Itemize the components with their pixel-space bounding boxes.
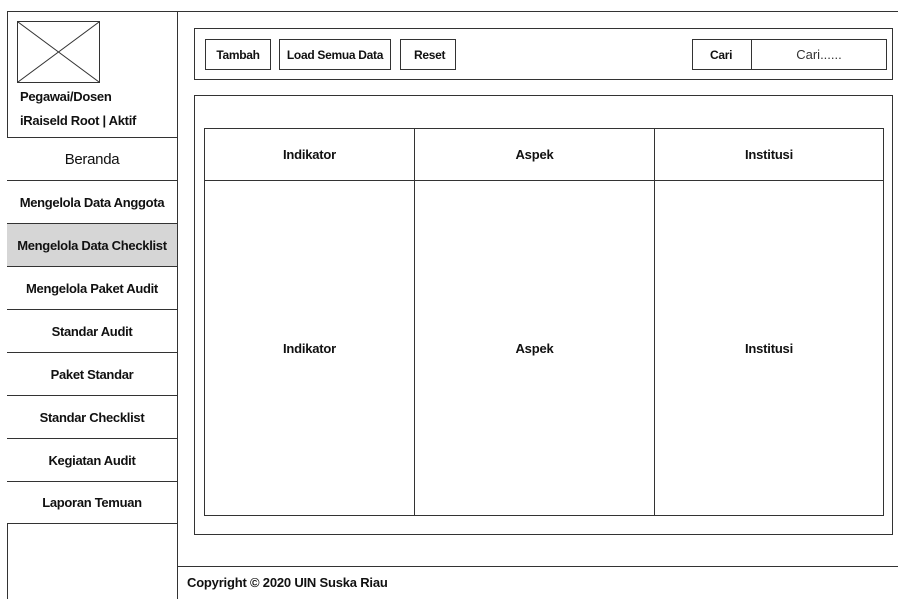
column-header-indikator: Indikator: [204, 128, 415, 181]
checklist-table: Indikator Aspek Institusi Indikator Aspe…: [204, 128, 884, 516]
logo-placeholder-icon: [17, 21, 100, 83]
sidebar-item-beranda[interactable]: Beranda: [7, 137, 177, 180]
table-header-row: Indikator Aspek Institusi: [204, 128, 884, 181]
sidebar-divider: [177, 11, 178, 599]
top-border: [7, 11, 898, 12]
table-cell-indikator: Indikator: [204, 180, 415, 516]
toolbar: Tambah Load Semua Data Reset Cari: [194, 28, 893, 80]
load-all-data-button[interactable]: Load Semua Data: [279, 39, 391, 70]
sidebar-nav: Beranda Mengelola Data Anggota Mengelola…: [7, 137, 177, 524]
sidebar-item-standar-audit[interactable]: Standar Audit: [7, 309, 177, 352]
user-role: Pegawai/Dosen: [20, 89, 112, 104]
column-header-institusi: Institusi: [654, 128, 884, 181]
table-cell-aspek: Aspek: [414, 180, 655, 516]
sidebar-item-mengelola-data-anggota[interactable]: Mengelola Data Anggota: [7, 180, 177, 223]
sidebar-item-mengelola-paket-audit[interactable]: Mengelola Paket Audit: [7, 266, 177, 309]
sidebar-item-standar-checklist[interactable]: Standar Checklist: [7, 395, 177, 438]
column-header-aspek: Aspek: [414, 128, 655, 181]
sidebar-item-kegiatan-audit[interactable]: Kegiatan Audit: [7, 438, 177, 481]
reset-button[interactable]: Reset: [400, 39, 456, 70]
user-status: iRaiseld Root | Aktif: [20, 113, 137, 128]
search-input[interactable]: [751, 39, 887, 70]
table-row[interactable]: Indikator Aspek Institusi: [204, 180, 884, 516]
table-cell-institusi: Institusi: [654, 180, 884, 516]
sidebar-item-mengelola-data-checklist[interactable]: Mengelola Data Checklist: [7, 223, 177, 266]
add-button[interactable]: Tambah: [205, 39, 271, 70]
sidebar-item-laporan-temuan[interactable]: Laporan Temuan: [7, 481, 177, 524]
footer-divider: [177, 566, 898, 567]
footer-copyright: Copyright © 2020 UIN Suska Riau: [187, 575, 388, 590]
sidebar-item-paket-standar[interactable]: Paket Standar: [7, 352, 177, 395]
search-button[interactable]: Cari: [692, 39, 753, 70]
